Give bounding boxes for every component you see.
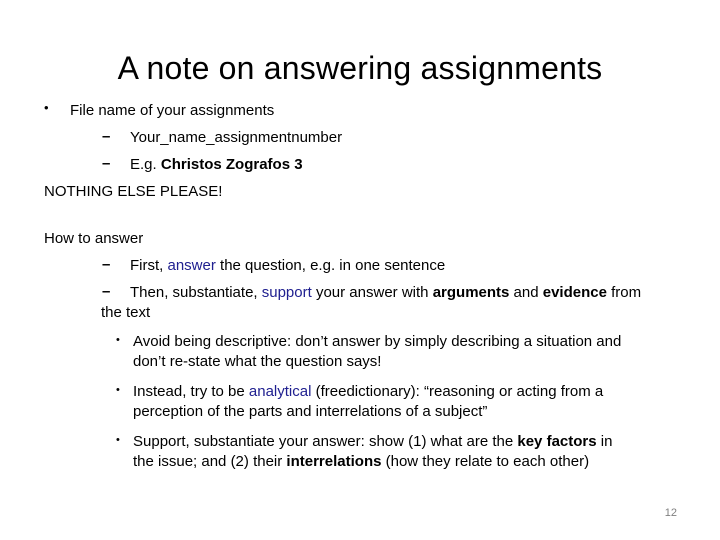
bullet-icon: •	[44, 100, 49, 115]
bullet-icon: •	[116, 334, 120, 346]
text-run: Then, substantiate,	[130, 284, 262, 301]
bullet-icon: •	[116, 434, 120, 446]
text-run: your answer with	[311, 284, 433, 301]
how-to-answer-heading: How to answer	[44, 230, 144, 247]
text-run: and	[509, 284, 543, 301]
sub-bullet-avoid-descriptive: Avoid being descriptive: don’t answer by…	[133, 332, 621, 372]
text-run: Instead, try to be	[133, 383, 249, 400]
dash-icon: –	[102, 155, 111, 172]
bullet-file-name: File name of your assignments	[70, 102, 275, 119]
sub-bullet-key-factors: Support, substantiate your answer: show …	[133, 432, 612, 472]
page-number: 12	[664, 507, 677, 519]
slide-title: A note on answering assignments	[117, 50, 603, 86]
text-run: First,	[130, 257, 168, 274]
bold-key-factors: key factors	[517, 433, 597, 450]
text-line: Avoid being descriptive: don’t answer by…	[133, 333, 622, 350]
example-prefix: E.g.	[130, 156, 161, 173]
text-run: Support, substantiate your answer: show …	[133, 433, 518, 450]
item-first-answer: First, answer the question, e.g. in one …	[130, 256, 445, 276]
bold-arguments: arguments	[432, 284, 510, 301]
text-line: perception of the parts and interrelatio…	[133, 403, 488, 420]
wrap-line: the text	[101, 304, 151, 321]
text-run: from	[606, 284, 642, 301]
text-run: (how they relate to each other)	[381, 453, 590, 470]
text-run: (freedictionary): “reasoning or acting f…	[311, 383, 604, 400]
dash-icon: –	[102, 128, 111, 145]
bold-evidence: evidence	[542, 284, 607, 301]
sub-bullet-analytical: Instead, try to be analytical (freedicti…	[133, 382, 603, 422]
highlight-support: support	[261, 284, 312, 301]
bold-interrelations: interrelations	[286, 453, 382, 470]
highlight-analytical: analytical	[248, 383, 312, 400]
sub-item-format: Your_name_assignmentnumber	[130, 129, 343, 146]
bullet-icon: •	[116, 384, 120, 396]
item-then-substantiate: Then, substantiate, support your answer …	[101, 283, 641, 323]
highlight-answer: answer	[167, 257, 216, 274]
sub-item-example: E.g. Christos Zografos 3	[130, 155, 303, 175]
example-name: Christos Zografos 3	[160, 156, 303, 173]
text-run: in	[596, 433, 613, 450]
text-run: the question, e.g. in one sentence	[215, 257, 446, 274]
dash-icon: –	[102, 256, 111, 273]
nothing-else-note: NOTHING ELSE PLEASE!	[44, 183, 223, 200]
text-run: the issue; and (2) their	[133, 453, 287, 470]
text-line: don’t re-state what the question says!	[133, 353, 382, 370]
